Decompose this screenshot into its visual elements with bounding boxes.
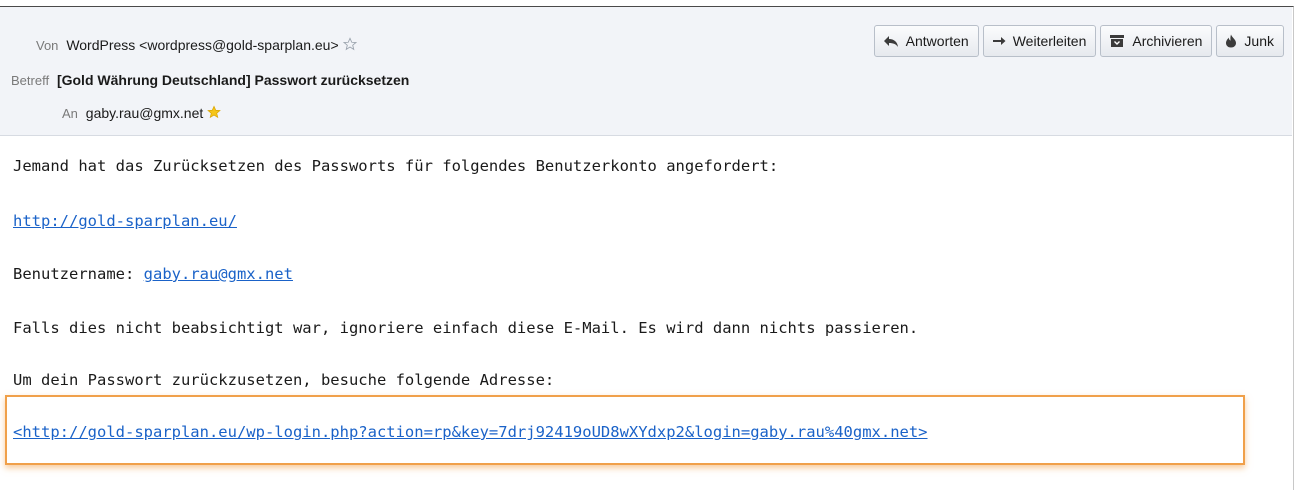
to-address[interactable]: gaby.rau@gmx.net [86,105,203,121]
from-address[interactable]: WordPress <wordpress@gold-sparplan.eu> [66,37,338,53]
subject-text: [Gold Währung Deutschland] Passwort zurü… [56,72,410,88]
reply-button[interactable]: Antworten [873,25,979,57]
reply-label: Antworten [905,33,969,49]
forward-button[interactable]: Weiterleiten [982,25,1097,57]
username-label: Benutzername: [13,265,144,283]
reply-arrow-icon [883,36,898,47]
to-row: An gaby.rau@gmx.net [62,105,222,121]
junk-label: Junk [1244,33,1274,49]
from-label: Von [36,38,59,53]
body-line-username: Benutzername: gaby.rau@gmx.net [13,265,293,283]
forward-label: Weiterleiten [1012,33,1087,49]
junk-button[interactable]: Junk [1216,25,1284,57]
body-line-reset: Um dein Passwort zurückzusetzen, besuche… [13,371,555,389]
subject-label: Betreff [11,73,50,88]
highlight-box [5,395,1245,465]
message-header: Von WordPress <wordpress@gold-sparplan.e… [0,7,1292,136]
to-label: An [62,106,78,121]
flame-icon [1226,34,1237,48]
archive-button[interactable]: Archivieren [1100,25,1213,57]
username-link[interactable]: gaby.rau@gmx.net [144,265,293,283]
forward-arrow-icon [992,37,1006,45]
body-line-ignore: Falls dies nicht beabsichtigt war, ignor… [13,319,919,337]
subject-row: Betreff [Gold Währung Deutschland] Passw… [11,72,409,88]
star-empty-icon[interactable] [342,37,357,51]
archive-label: Archivieren [1132,33,1203,49]
site-link[interactable]: http://gold-sparplan.eu/ [13,212,237,230]
star-filled-icon[interactable] [207,105,222,119]
from-row: Von WordPress <wordpress@gold-sparplan.e… [36,37,357,53]
message-toolbar: Antworten Weiterleiten Archivieren Junk [873,25,1284,57]
archive-box-icon [1110,35,1125,47]
email-view: Von WordPress <wordpress@gold-sparplan.e… [0,6,1294,490]
body-line-site: http://gold-sparplan.eu/ [13,212,237,230]
body-line-request: Jemand hat das Zurücksetzen des Passwort… [13,157,779,175]
